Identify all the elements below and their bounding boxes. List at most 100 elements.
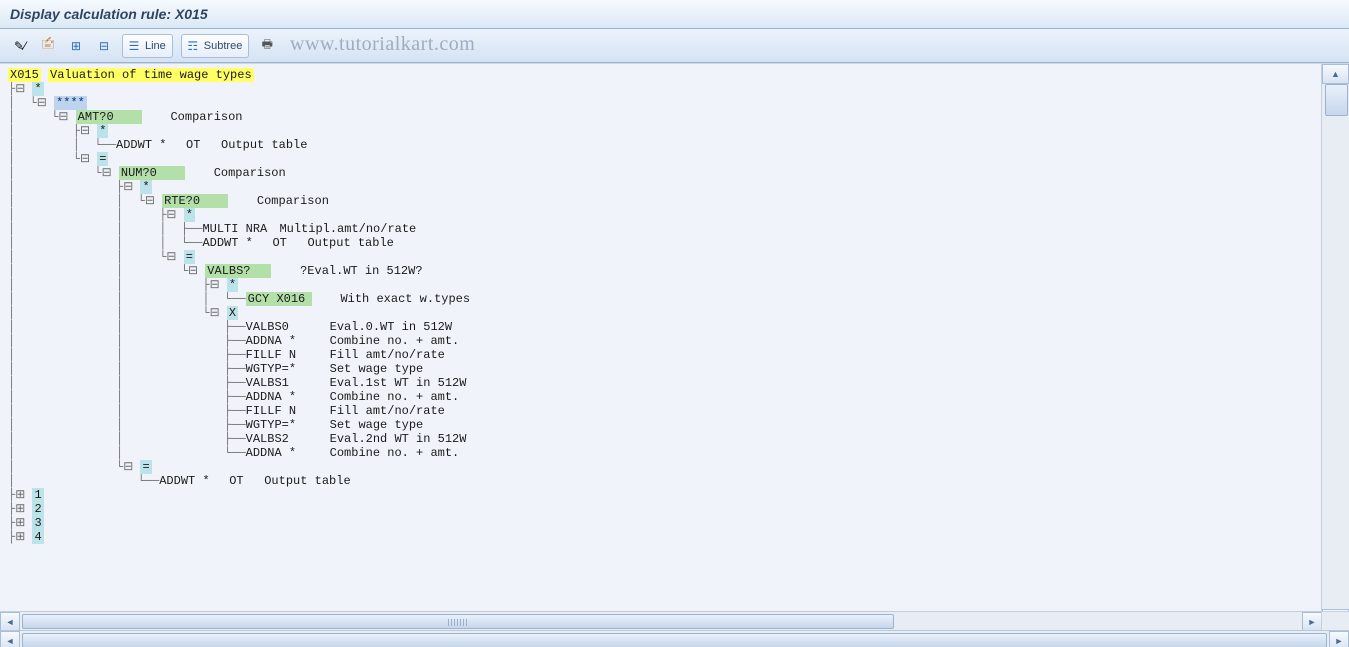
op: ADDNA * bbox=[246, 334, 330, 348]
tree-row[interactable]: │ │ ├──ADDNA *Combine no. + amt. bbox=[8, 390, 1322, 404]
node-3: 3 bbox=[32, 516, 43, 530]
tree-row[interactable]: │ │ ├⊟ * bbox=[8, 208, 1322, 222]
op-addwt: ADDWT * bbox=[159, 474, 229, 488]
tree-row[interactable]: ├⊞ 2 bbox=[8, 502, 1322, 516]
scroll-thumb[interactable] bbox=[1325, 84, 1348, 116]
tree-row[interactable]: │ │ ├──FILLF NFill amt/no/rate bbox=[8, 348, 1322, 362]
op-valbs: VALBS? bbox=[205, 264, 271, 278]
desc: ?Eval.WT in 512W? bbox=[300, 264, 422, 278]
line-label: Line bbox=[143, 40, 166, 52]
watermark-text: www.tutorialkart.com bbox=[290, 33, 475, 56]
tree-row[interactable]: │ │ └⊟ RTE?0 Comparison bbox=[8, 194, 1322, 208]
tree-row[interactable]: │ │ │ └──GCY X016 With exact w.types bbox=[8, 292, 1322, 306]
tree-row[interactable]: │ ├⊟ * bbox=[8, 124, 1322, 138]
node-star: * bbox=[227, 278, 238, 292]
op-rte: RTE?0 bbox=[162, 194, 228, 208]
tree-row[interactable]: │ │ └⊟ X bbox=[8, 306, 1322, 320]
op: FILLF N bbox=[246, 404, 330, 418]
tree-row[interactable]: ├⊞ 4 bbox=[8, 530, 1322, 544]
application-toolbar: ✎⁄ 🖆 ⊞ ⊟ ☰ Line ☶ Subtree 🖶 www.tutorial… bbox=[0, 29, 1349, 63]
tree-row[interactable]: │ │ ├⊟ * bbox=[8, 278, 1322, 292]
node-1: 1 bbox=[32, 488, 43, 502]
desc: Combine no. + amt. bbox=[330, 446, 460, 460]
node-eq: = bbox=[140, 460, 151, 474]
op-num: NUM?0 bbox=[119, 166, 185, 180]
tree-row[interactable]: │ │ ├──WGTYP=*Set wage type bbox=[8, 418, 1322, 432]
desc: Combine no. + amt. bbox=[330, 334, 460, 348]
tree-row[interactable]: │ │ └⊟ = bbox=[8, 250, 1322, 264]
other-object-icon[interactable]: 🖆 bbox=[36, 34, 60, 58]
tree-row[interactable]: │ │ ├──VALBS2Eval.2nd WT in 512W bbox=[8, 432, 1322, 446]
inner-h-scrollbar[interactable]: ◄ ► bbox=[0, 611, 1322, 631]
tree-row[interactable]: │ │ │ ├──MULTI NRAMultipl.amt/no/rate bbox=[8, 222, 1322, 236]
op: WGTYP=* bbox=[246, 362, 330, 376]
tree-row[interactable]: │ └──ADDWT *OTOutput table bbox=[8, 474, 1322, 488]
tree-row[interactable]: │ │ └──ADDNA *Combine no. + amt. bbox=[8, 446, 1322, 460]
subtree-button[interactable]: ☶ Subtree bbox=[181, 34, 250, 58]
page-title: Display calculation rule: X015 bbox=[10, 6, 208, 22]
scroll-left-icon[interactable]: ◄ bbox=[0, 612, 20, 631]
tree-row[interactable]: │ └⊟ = bbox=[8, 460, 1322, 474]
subtree-label: Subtree bbox=[202, 40, 243, 52]
scroll-thumb[interactable] bbox=[22, 614, 894, 629]
desc: Combine no. + amt. bbox=[330, 390, 460, 404]
desc: Output table bbox=[221, 138, 307, 152]
par: OT bbox=[229, 474, 264, 488]
tree-area[interactable]: X015 Valuation of time wage types ├⊟ * │… bbox=[0, 64, 1322, 610]
print-icon[interactable]: 🖶 bbox=[255, 34, 279, 58]
node-star: * bbox=[184, 208, 195, 222]
scroll-up-icon[interactable]: ▲ bbox=[1322, 64, 1349, 84]
tree-row[interactable]: │ └⊟ = bbox=[8, 152, 1322, 166]
desc: Set wage type bbox=[330, 418, 424, 432]
op: VALBS2 bbox=[246, 432, 330, 446]
tree-row[interactable]: │ │ └──ADDWT *OTOutput table bbox=[8, 138, 1322, 152]
title-bar: Display calculation rule: X015 bbox=[0, 0, 1349, 29]
toggle-edit-icon[interactable]: ✎⁄ bbox=[8, 34, 32, 58]
tree-row[interactable]: ├⊟ * bbox=[8, 82, 1322, 96]
collapse-icon[interactable]: ⊟ bbox=[92, 34, 116, 58]
par: OT bbox=[272, 236, 307, 250]
node-eq: = bbox=[184, 250, 195, 264]
scroll-right-icon[interactable]: ► bbox=[1302, 612, 1322, 631]
scroll-right-icon[interactable]: ► bbox=[1329, 631, 1349, 647]
tree-row[interactable]: │ └⊟ **** bbox=[8, 96, 1322, 110]
op-gcy: GCY X016 bbox=[246, 292, 312, 306]
desc: Set wage type bbox=[330, 362, 424, 376]
tree-row[interactable]: │ │ ├──ADDNA *Combine no. + amt. bbox=[8, 334, 1322, 348]
tree-root[interactable]: X015 Valuation of time wage types bbox=[8, 68, 1322, 82]
tree-row[interactable]: │ │ └⊟ VALBS? ?Eval.WT in 512W? bbox=[8, 264, 1322, 278]
expand-icon[interactable]: ⊞ bbox=[64, 34, 88, 58]
tree-row[interactable]: │ │ ├──FILLF NFill amt/no/rate bbox=[8, 404, 1322, 418]
node-4: 4 bbox=[32, 530, 43, 544]
node-star: * bbox=[97, 124, 108, 138]
desc: Output table bbox=[264, 474, 350, 488]
tree-row[interactable]: │ │ ├──VALBS0Eval.0.WT in 512W bbox=[8, 320, 1322, 334]
op: VALBS1 bbox=[246, 376, 330, 390]
scroll-left-icon[interactable]: ◄ bbox=[0, 631, 20, 647]
node-2: 2 bbox=[32, 502, 43, 516]
tree-row[interactable]: ├⊞ 3 bbox=[8, 516, 1322, 530]
node-star: * bbox=[32, 82, 43, 96]
op: WGTYP=* bbox=[246, 418, 330, 432]
op-amt: AMT?0 bbox=[76, 110, 142, 124]
tree-row[interactable]: │ ├⊟ * bbox=[8, 180, 1322, 194]
v-scrollbar[interactable]: ▲ ▼ bbox=[1321, 64, 1349, 629]
scroll-thumb[interactable] bbox=[22, 633, 1327, 647]
subtree-icon: ☶ bbox=[184, 39, 202, 53]
desc: Fill amt/no/rate bbox=[330, 404, 445, 418]
node-x: X bbox=[227, 306, 238, 320]
tree-row[interactable]: │ │ │ └──ADDWT *OTOutput table bbox=[8, 236, 1322, 250]
tree-row[interactable]: │ └⊟ NUM?0 Comparison bbox=[8, 166, 1322, 180]
tree-row[interactable]: │ │ ├──VALBS1Eval.1st WT in 512W bbox=[8, 376, 1322, 390]
root-text: Valuation of time wage types bbox=[48, 68, 254, 82]
tree-row[interactable]: ├⊞ 1 bbox=[8, 488, 1322, 502]
page-h-scrollbar[interactable]: ◄ ► bbox=[0, 630, 1349, 647]
line-button[interactable]: ☰ Line bbox=[122, 34, 173, 58]
desc: Multipl.amt/no/rate bbox=[279, 222, 416, 236]
desc: Fill amt/no/rate bbox=[330, 348, 445, 362]
op: FILLF N bbox=[246, 348, 330, 362]
op-addwt: ADDWT * bbox=[202, 236, 272, 250]
tree-row[interactable]: │ └⊟ AMT?0 Comparison bbox=[8, 110, 1322, 124]
tree-row[interactable]: │ │ ├──WGTYP=*Set wage type bbox=[8, 362, 1322, 376]
content-area: X015 Valuation of time wage types ├⊟ * │… bbox=[0, 63, 1349, 647]
